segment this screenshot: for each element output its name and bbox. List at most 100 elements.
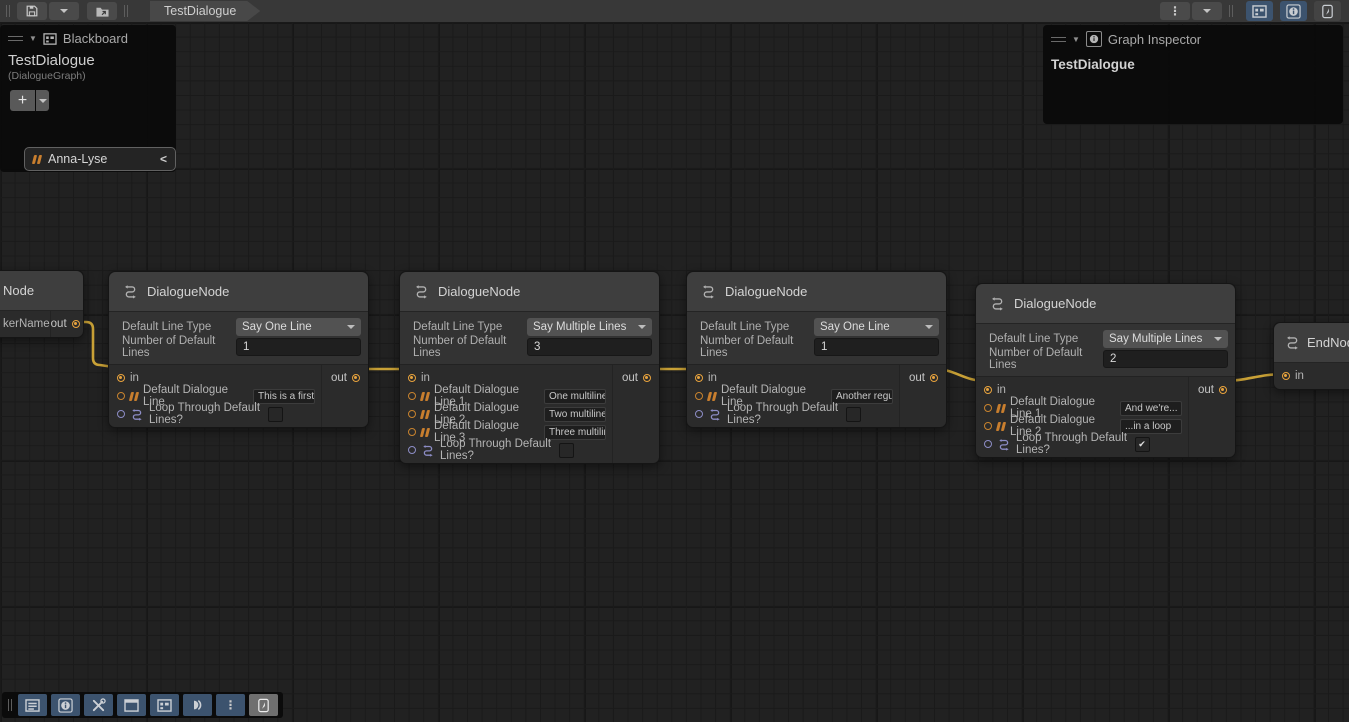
count-field[interactable]: 2 xyxy=(1103,350,1228,368)
graph-inspector-title: Graph Inspector xyxy=(1108,32,1201,47)
loop-checkbox[interactable] xyxy=(1135,437,1150,452)
inspector-panel-button[interactable] xyxy=(51,694,80,716)
line-type-label: Default Line Type xyxy=(122,321,236,333)
string-quote-icon xyxy=(421,428,429,437)
loop-port[interactable] xyxy=(117,410,125,418)
node-properties: Default Line Type Say Multiple Lines Num… xyxy=(976,324,1235,377)
start-node[interactable]: Node kerName out xyxy=(0,270,84,338)
node-title-bar[interactable]: DialogueNode xyxy=(976,284,1235,324)
node-title: DialogueNode xyxy=(1014,296,1096,311)
blackboard-toggle-button[interactable] xyxy=(1246,1,1273,21)
count-field[interactable]: 3 xyxy=(527,338,652,356)
dialogue-node-2[interactable]: DialogueNode Default Line Type Say Multi… xyxy=(399,271,660,464)
line-port[interactable] xyxy=(984,422,992,430)
inspected-graph-name: TestDialogue xyxy=(1043,51,1343,78)
line-port[interactable] xyxy=(408,392,416,400)
loop-checkbox[interactable] xyxy=(846,407,861,422)
save-icon xyxy=(25,4,39,18)
more-panel-button[interactable]: ⋮ xyxy=(216,694,245,716)
count-field[interactable]: 1 xyxy=(814,338,939,356)
out-port[interactable] xyxy=(72,320,80,328)
in-port[interactable] xyxy=(695,374,703,382)
console-panel-button[interactable] xyxy=(18,694,47,716)
loop-label: Loop Through Default Lines? xyxy=(1016,432,1130,456)
line-type-dropdown[interactable]: Say One Line xyxy=(814,318,939,336)
line-port[interactable] xyxy=(117,392,125,400)
top-toolbar: TestDialogue ⋮ xyxy=(0,0,1349,23)
add-variable-button[interactable]: + xyxy=(10,90,35,111)
line-value-field[interactable]: And we're... xyxy=(1120,401,1182,416)
add-variable-caret-button[interactable] xyxy=(36,90,49,111)
graph-name: TestDialogue xyxy=(8,52,168,69)
preview-panel-button[interactable] xyxy=(183,694,212,716)
in-port[interactable] xyxy=(1282,372,1290,380)
line-type-dropdown[interactable]: Say Multiple Lines xyxy=(1103,330,1228,348)
loop-port[interactable] xyxy=(695,410,703,418)
line-port[interactable] xyxy=(408,410,416,418)
blackboard-panel[interactable]: ▼ Blackboard TestDialogue (DialogueGraph… xyxy=(0,25,176,172)
graph-type: (DialogueGraph) xyxy=(8,70,168,82)
node-title-bar[interactable]: DialogueNode xyxy=(400,272,659,312)
node-title-bar[interactable]: EndNode xyxy=(1274,323,1349,363)
count-field[interactable]: 1 xyxy=(236,338,361,356)
line-value-field[interactable]: Two multiline xyxy=(544,407,606,422)
toolbar-grip[interactable] xyxy=(6,5,10,17)
more-menu-caret-button[interactable] xyxy=(1192,2,1222,20)
loop-port[interactable] xyxy=(984,440,992,448)
graph-canvas[interactable]: TestDialogue ⋮ ▼ Blackboard TestDialogue xyxy=(0,0,1349,722)
count-value: 1 xyxy=(821,341,827,353)
string-quote-icon xyxy=(997,422,1005,431)
more-menu-button[interactable]: ⋮ xyxy=(1160,2,1190,20)
save-button[interactable] xyxy=(17,2,47,20)
out-port[interactable] xyxy=(352,374,360,382)
drag-handle-icon[interactable] xyxy=(1051,37,1066,42)
foldout-arrow-icon[interactable]: ▼ xyxy=(29,34,37,43)
graph-inspector-toggle-button[interactable] xyxy=(1280,1,1307,21)
loop-icon xyxy=(421,444,435,457)
in-port[interactable] xyxy=(984,386,992,394)
minimap-panel-button[interactable] xyxy=(249,694,278,716)
toolbar-grip[interactable] xyxy=(8,699,12,711)
node-properties: Default Line Type Say One Line Number of… xyxy=(687,312,946,365)
caret-down-icon xyxy=(347,325,355,329)
blackboard-panel-button[interactable] xyxy=(150,694,179,716)
out-port[interactable] xyxy=(930,374,938,382)
dialogue-node-1[interactable]: DialogueNode Default Line Type Say One L… xyxy=(108,271,369,428)
string-quote-icon xyxy=(997,404,1005,413)
line-port[interactable] xyxy=(695,392,703,400)
graph-inspector-header[interactable]: ▼ Graph Inspector xyxy=(1043,25,1343,51)
window-panel-button[interactable] xyxy=(117,694,146,716)
foldout-arrow-icon[interactable]: ▼ xyxy=(1072,35,1080,44)
loop-port[interactable] xyxy=(408,446,416,454)
asset-tab[interactable]: TestDialogue xyxy=(150,1,260,21)
loop-checkbox[interactable] xyxy=(559,443,574,458)
loop-checkbox[interactable] xyxy=(268,407,283,422)
line-type-dropdown[interactable]: Say One Line xyxy=(236,318,361,336)
blackboard-icon xyxy=(1252,5,1267,18)
out-port[interactable] xyxy=(643,374,651,382)
tools-panel-button[interactable] xyxy=(84,694,113,716)
save-options-button[interactable] xyxy=(49,2,79,20)
line-port[interactable] xyxy=(408,428,416,436)
out-port[interactable] xyxy=(1219,386,1227,394)
blackboard-header[interactable]: ▼ Blackboard xyxy=(0,25,176,50)
in-port[interactable] xyxy=(408,374,416,382)
dialogue-node-3[interactable]: DialogueNode Default Line Type Say One L… xyxy=(686,271,947,428)
loop-label: Loop Through Default Lines? xyxy=(149,402,263,426)
dialogue-node-4[interactable]: DialogueNode Default Line Type Say Multi… xyxy=(975,283,1236,458)
line-type-dropdown[interactable]: Say Multiple Lines xyxy=(527,318,652,336)
drag-handle-icon[interactable] xyxy=(8,36,23,41)
node-title-bar[interactable]: DialogueNode xyxy=(687,272,946,312)
blackboard-field-speaker[interactable]: Anna-Lyse < xyxy=(24,147,176,171)
graph-inspector-panel[interactable]: ▼ Graph Inspector TestDialogue xyxy=(1043,25,1343,124)
open-asset-button[interactable] xyxy=(87,2,117,20)
minimap-toggle-button[interactable] xyxy=(1314,1,1341,21)
end-node[interactable]: EndNode in xyxy=(1273,322,1349,390)
line-port[interactable] xyxy=(984,404,992,412)
in-port[interactable] xyxy=(117,374,125,382)
node-title-bar[interactable]: Node xyxy=(0,271,83,311)
line-value-field[interactable]: One multiline xyxy=(544,389,606,404)
collapse-left-icon[interactable]: < xyxy=(160,152,167,166)
loop-icon xyxy=(130,408,144,421)
node-title-bar[interactable]: DialogueNode xyxy=(109,272,368,312)
